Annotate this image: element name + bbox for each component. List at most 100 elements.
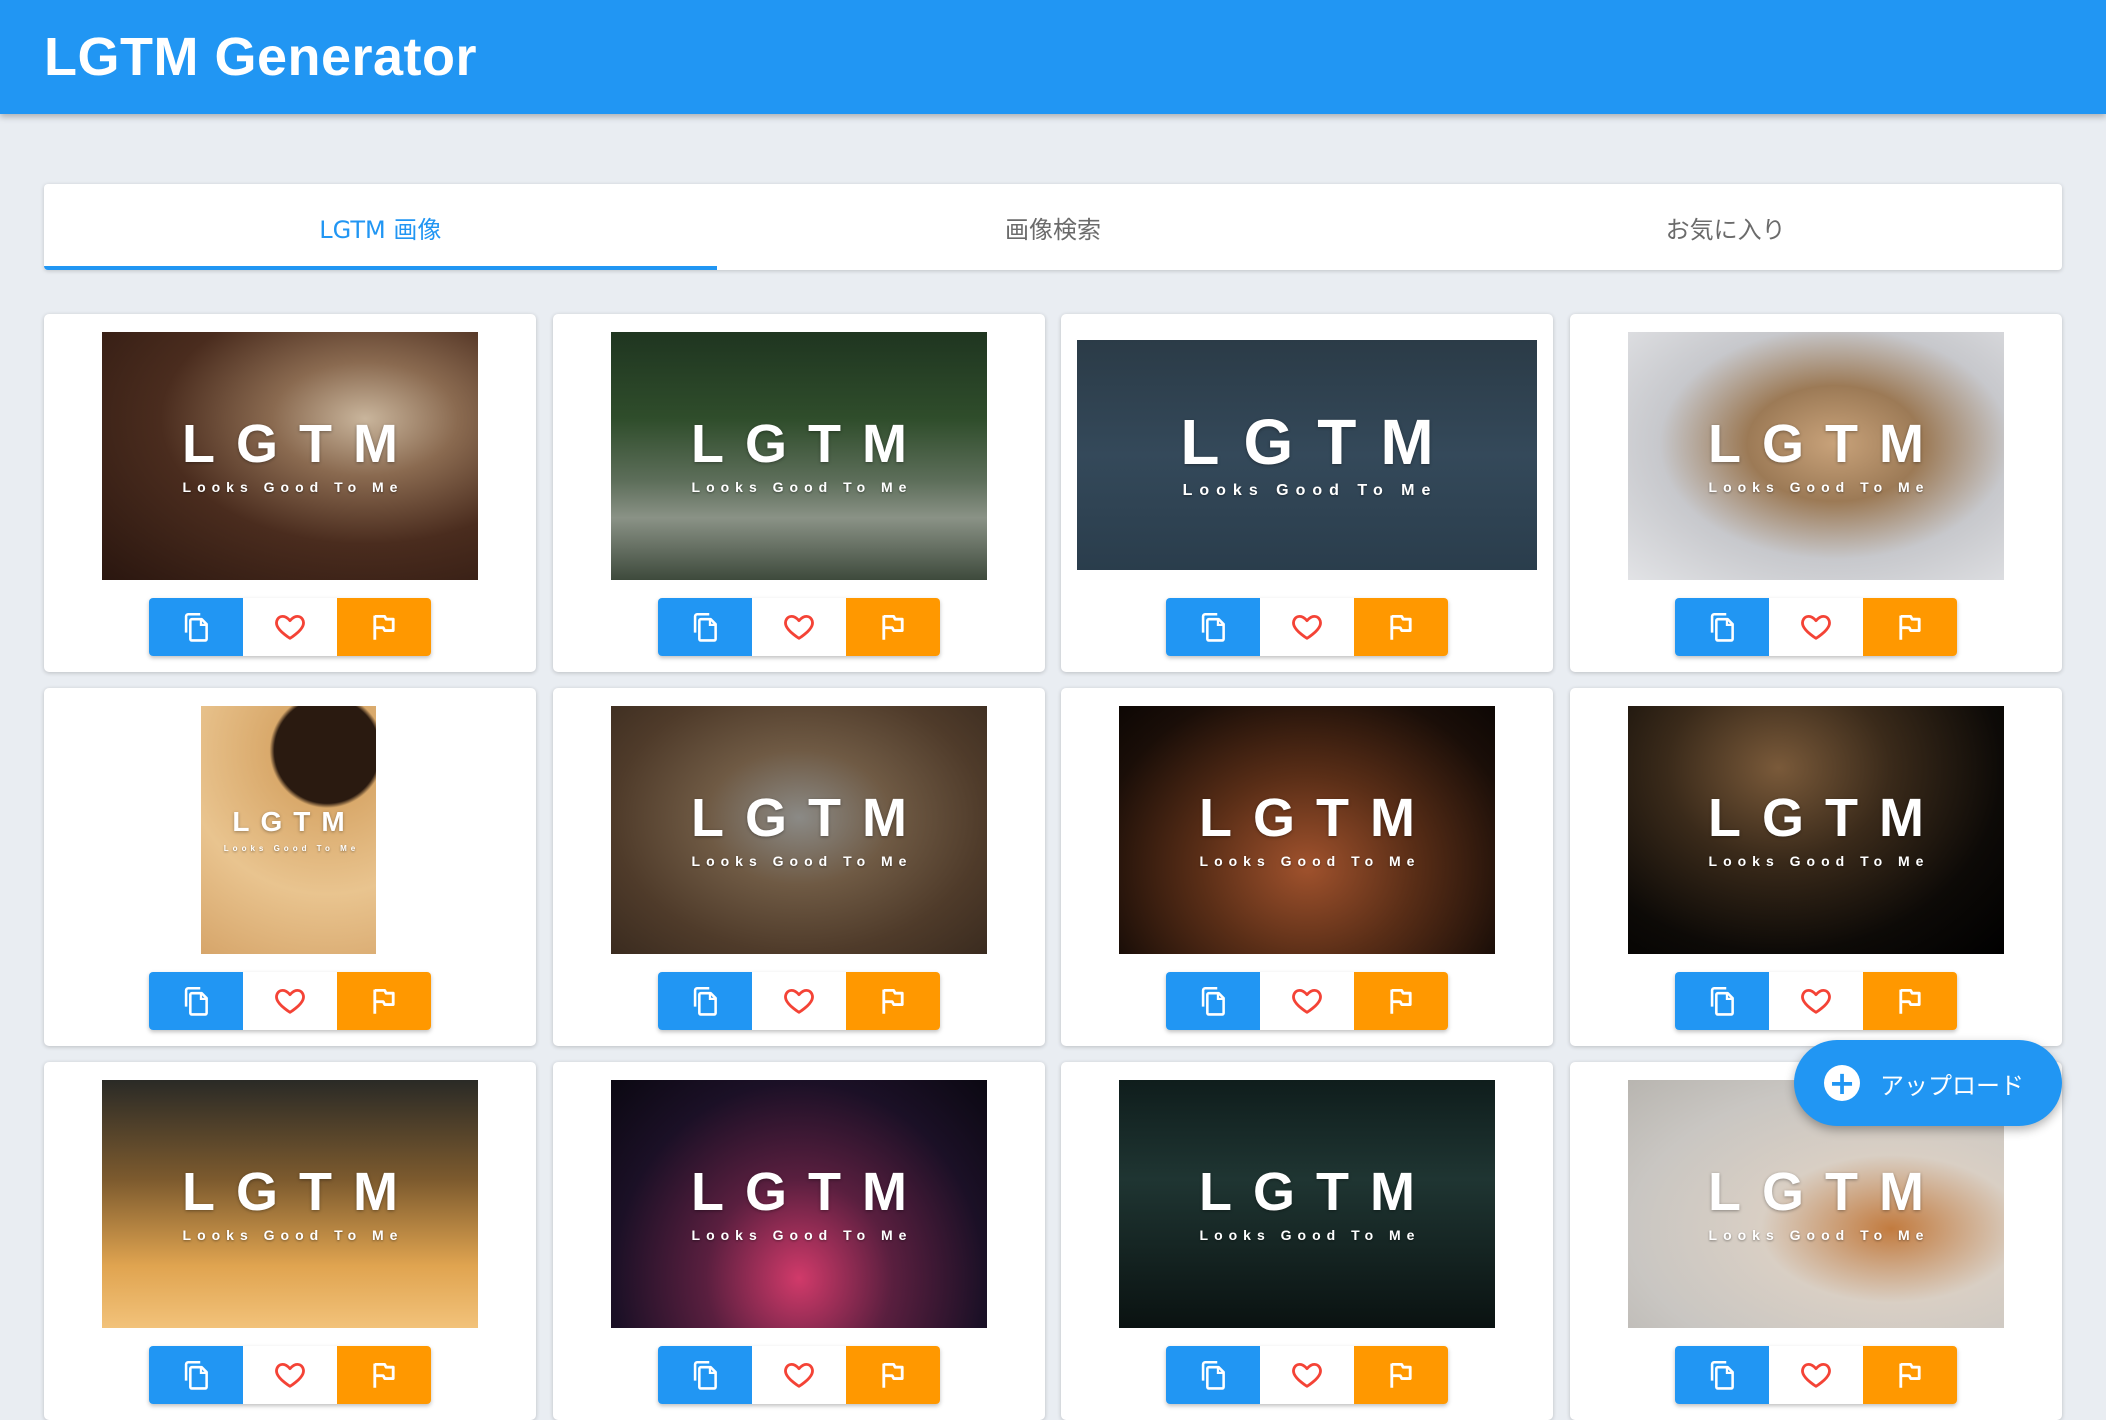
report-button[interactable] <box>1863 972 1957 1030</box>
copy-button[interactable] <box>149 972 243 1030</box>
copy-button[interactable] <box>1166 972 1260 1030</box>
tab-bar: LGTM 画像 画像検索 お気に入り <box>44 184 2062 270</box>
heart-icon <box>273 610 307 644</box>
lgtm-overlay-subtext: Looks Good To Me <box>1708 479 1930 495</box>
favorite-button[interactable] <box>1260 972 1354 1030</box>
lgtm-image[interactable]: LGTM Looks Good To Me <box>1628 706 2004 954</box>
report-button[interactable] <box>1354 972 1448 1030</box>
tab-image-search[interactable]: 画像検索 <box>717 184 1390 270</box>
heart-icon <box>1290 610 1324 644</box>
copy-button[interactable] <box>1166 1346 1260 1404</box>
image-actions <box>1166 1346 1448 1404</box>
flag-icon <box>1893 984 1927 1018</box>
favorite-button[interactable] <box>243 1346 337 1404</box>
lgtm-overlay-text: LGTM <box>1708 1162 1945 1222</box>
lgtm-overlay-text: LGTM <box>1708 788 1945 848</box>
lgtm-overlay-text: LGTM <box>691 1162 928 1222</box>
image-card: LGTM Looks Good To Me <box>44 1062 536 1420</box>
favorite-button[interactable] <box>752 972 846 1030</box>
tab-lgtm-images[interactable]: LGTM 画像 <box>44 184 717 270</box>
lgtm-image[interactable]: LGTM Looks Good To Me <box>1077 340 1537 570</box>
copy-icon <box>1705 610 1739 644</box>
flag-icon <box>1893 610 1927 644</box>
report-button[interactable] <box>337 972 431 1030</box>
report-button[interactable] <box>1863 1346 1957 1404</box>
report-button[interactable] <box>846 972 940 1030</box>
copy-icon <box>179 610 213 644</box>
lgtm-image[interactable]: LGTM Looks Good To Me <box>1119 1080 1495 1328</box>
image-card: LGTM Looks Good To Me <box>1570 314 2062 672</box>
copy-button[interactable] <box>149 1346 243 1404</box>
favorite-button[interactable] <box>243 598 337 656</box>
copy-icon <box>1196 610 1230 644</box>
copy-button[interactable] <box>1675 1346 1769 1404</box>
lgtm-image[interactable]: LGTM Looks Good To Me <box>1628 332 2004 580</box>
favorite-button[interactable] <box>1260 598 1354 656</box>
copy-button[interactable] <box>658 972 752 1030</box>
report-button[interactable] <box>337 598 431 656</box>
favorite-button[interactable] <box>752 598 846 656</box>
lgtm-image[interactable]: LGTM Looks Good To Me <box>102 332 478 580</box>
lgtm-image[interactable]: LGTM Looks Good To Me <box>102 1080 478 1328</box>
image-card: LGTM Looks Good To Me <box>1061 1062 1553 1420</box>
report-button[interactable] <box>1863 598 1957 656</box>
lgtm-overlay-text: LGTM <box>1199 1162 1436 1222</box>
copy-icon <box>1196 984 1230 1018</box>
flag-icon <box>876 984 910 1018</box>
heart-icon <box>782 984 816 1018</box>
image-actions <box>149 972 431 1030</box>
copy-button[interactable] <box>149 598 243 656</box>
copy-button[interactable] <box>1166 598 1260 656</box>
lgtm-image[interactable]: LGTM Looks Good To Me <box>611 1080 987 1328</box>
lgtm-overlay-text: LGTM <box>1180 406 1458 478</box>
app-bar: LGTM Generator <box>0 0 2106 114</box>
favorite-button[interactable] <box>243 972 337 1030</box>
copy-icon <box>1705 984 1739 1018</box>
lgtm-image[interactable]: LGTM Looks Good To Me <box>611 332 987 580</box>
copy-button[interactable] <box>658 1346 752 1404</box>
report-button[interactable] <box>846 598 940 656</box>
lgtm-overlay-subtext: Looks Good To Me <box>1199 853 1421 869</box>
flag-icon <box>1384 610 1418 644</box>
app-title[interactable]: LGTM Generator <box>44 26 477 88</box>
flag-icon <box>1384 1358 1418 1392</box>
report-button[interactable] <box>846 1346 940 1404</box>
lgtm-overlay-text: LGTM <box>691 788 928 848</box>
favorite-button[interactable] <box>1769 598 1863 656</box>
report-button[interactable] <box>1354 1346 1448 1404</box>
image-card: LGTM Looks Good To Me <box>553 1062 1045 1420</box>
heart-icon <box>273 984 307 1018</box>
image-actions <box>658 598 940 656</box>
heart-icon <box>1799 1358 1833 1392</box>
upload-button[interactable]: + アップロード <box>1794 1040 2062 1126</box>
report-button[interactable] <box>1354 598 1448 656</box>
flag-icon <box>1384 984 1418 1018</box>
lgtm-overlay-subtext: Looks Good To Me <box>1708 1227 1930 1243</box>
image-card: LGTM Looks Good To Me <box>1061 314 1553 672</box>
lgtm-image[interactable]: LGTM Looks Good To Me <box>1119 706 1495 954</box>
flag-icon <box>367 610 401 644</box>
favorite-button[interactable] <box>1769 972 1863 1030</box>
favorite-button[interactable] <box>1769 1346 1863 1404</box>
favorite-button[interactable] <box>1260 1346 1354 1404</box>
lgtm-overlay-subtext: Looks Good To Me <box>691 853 913 869</box>
copy-button[interactable] <box>1675 598 1769 656</box>
lgtm-image[interactable]: LGTM Looks Good To Me <box>611 706 987 954</box>
lgtm-overlay-subtext: Looks Good To Me <box>691 479 913 495</box>
copy-icon <box>1196 1358 1230 1392</box>
favorite-button[interactable] <box>752 1346 846 1404</box>
heart-icon <box>1290 984 1324 1018</box>
copy-button[interactable] <box>658 598 752 656</box>
lgtm-overlay-subtext: Looks Good To Me <box>1182 482 1438 499</box>
plus-icon: + <box>1824 1065 1860 1101</box>
lgtm-overlay-subtext: Looks Good To Me <box>1199 1227 1421 1243</box>
lgtm-overlay-text: LGTM <box>691 414 928 474</box>
copy-button[interactable] <box>1675 972 1769 1030</box>
flag-icon <box>367 1358 401 1392</box>
lgtm-image[interactable]: LGTM Looks Good To Me <box>201 706 376 954</box>
tab-favorites[interactable]: お気に入り <box>1389 184 2062 270</box>
copy-icon <box>1705 1358 1739 1392</box>
lgtm-overlay-text: LGTM <box>182 414 419 474</box>
report-button[interactable] <box>337 1346 431 1404</box>
lgtm-overlay-text: LGTM <box>182 1162 419 1222</box>
